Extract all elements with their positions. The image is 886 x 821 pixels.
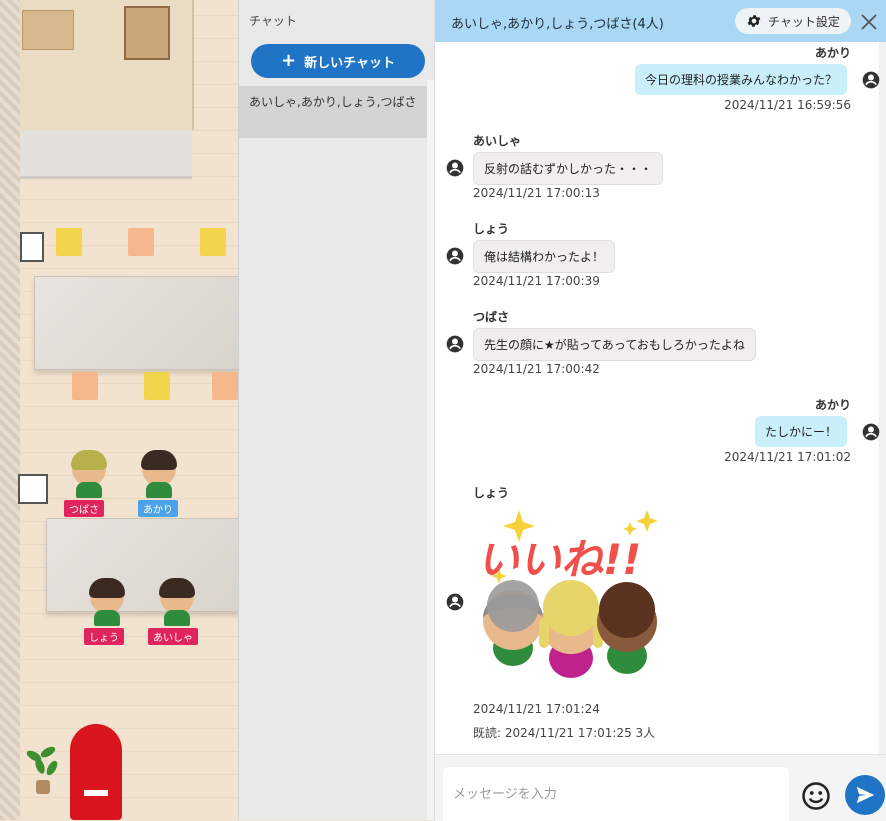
- emoji-button[interactable]: [801, 781, 831, 811]
- conversation-panel: あいしゃ,あかり,しょう,つばさ(4人) チャット設定 あかり 今日の理科の授業…: [434, 0, 886, 821]
- chat-settings-button[interactable]: チャット設定: [735, 8, 851, 34]
- new-chat-button[interactable]: + 新しいチャット: [251, 44, 425, 78]
- message-composer: [435, 754, 886, 821]
- chair: [212, 372, 238, 400]
- iine-stamp-image: いいね!!: [477, 510, 658, 678]
- chat-title: あいしゃ,あかり,しょう,つばさ(4人): [451, 17, 664, 32]
- avatar-hair: [71, 450, 107, 470]
- user-icon: [446, 159, 464, 177]
- chair: [200, 228, 226, 256]
- stamp-text: いいね!!: [477, 535, 641, 584]
- message-sender: しょう: [473, 486, 510, 500]
- user-icon: [862, 71, 880, 89]
- room-wall: [20, 130, 192, 179]
- close-button[interactable]: [857, 10, 881, 34]
- classroom-table: [34, 276, 238, 370]
- gear-icon: [747, 15, 761, 27]
- chat-header: あいしゃ,あかり,しょう,つばさ(4人) チャット設定: [435, 0, 886, 42]
- message-timestamp: 2024/11/21 16:59:56: [724, 98, 851, 112]
- message-bubble: 先生の顔に★が貼ってあっておもしろかったよね: [473, 328, 756, 361]
- whiteboard: [20, 232, 44, 262]
- message-sender: あいしゃ: [473, 134, 522, 148]
- message-input[interactable]: [443, 767, 789, 821]
- whiteboard: [18, 474, 48, 504]
- floor-border: [0, 0, 20, 820]
- chat-settings-label: チャット設定: [768, 14, 840, 29]
- avatar-name-label: あかり: [138, 500, 178, 517]
- bookshelf: [124, 6, 170, 60]
- avatar-name-label: しょう: [84, 628, 124, 645]
- chair: [144, 372, 170, 400]
- mailbox[interactable]: [70, 724, 122, 820]
- avatar-hair: [89, 578, 125, 598]
- chair: [128, 228, 154, 256]
- message-sender: しょう: [473, 222, 510, 236]
- cabinet: [22, 10, 74, 50]
- avatar-body: [94, 610, 120, 626]
- avatar-body: [76, 482, 102, 498]
- message-timestamp: 2024/11/21 17:00:42: [473, 362, 600, 376]
- user-icon: [446, 593, 464, 611]
- send-icon: [856, 786, 875, 804]
- user-icon: [446, 335, 464, 353]
- virtual-classroom-view[interactable]: つばさ あかり しょう あいしゃ: [0, 0, 238, 820]
- message-sender: つばさ: [473, 310, 510, 324]
- chat-list-item[interactable]: あいしゃ,あかり,しょう,つばさ: [239, 86, 427, 138]
- chair: [56, 228, 82, 256]
- chat-list-title: チャット: [249, 14, 297, 28]
- user-icon: [862, 423, 880, 441]
- chair: [72, 372, 98, 400]
- avatar-body: [146, 482, 172, 498]
- classroom-table: [46, 518, 238, 612]
- message-bubble: たしかにー！: [754, 416, 847, 447]
- message-bubble: 反射の話むずかしかった・・・: [473, 152, 664, 185]
- message-timestamp: 2024/11/21 17:00:13: [473, 186, 600, 200]
- message-timestamp: 2024/11/21 17:01:02: [724, 450, 851, 464]
- potted-plant: [22, 744, 62, 796]
- close-icon: [861, 14, 877, 30]
- read-receipt: 既読: 2024/11/21 17:01:25 3人: [473, 726, 656, 740]
- message-bubble: 今日の理科の授業みんなわかった？: [634, 64, 847, 95]
- message-bubble: 俺は結構わかったよ！: [473, 240, 616, 273]
- message-sender: あかり: [814, 398, 851, 412]
- avatar-hair: [159, 578, 195, 598]
- avatar-body: [164, 610, 190, 626]
- message-timestamp: 2024/11/21 17:00:39: [473, 274, 600, 288]
- send-button[interactable]: [845, 775, 885, 815]
- new-chat-label: 新しいチャット: [304, 55, 395, 71]
- conversation-scrollbar[interactable]: [879, 42, 886, 754]
- message-sender: あかり: [814, 46, 851, 60]
- avatar-name-label: あいしゃ: [148, 628, 198, 645]
- message-timestamp: 2024/11/21 17:01:24: [473, 702, 600, 716]
- plus-icon: +: [281, 50, 297, 71]
- smiley-icon: [802, 782, 830, 810]
- avatar-hair: [141, 450, 177, 470]
- chat-list-panel: チャット + 新しいチャット あいしゃ,あかり,しょう,つばさ: [238, 0, 435, 820]
- avatar-name-label: つばさ: [64, 500, 104, 517]
- user-icon: [446, 247, 464, 265]
